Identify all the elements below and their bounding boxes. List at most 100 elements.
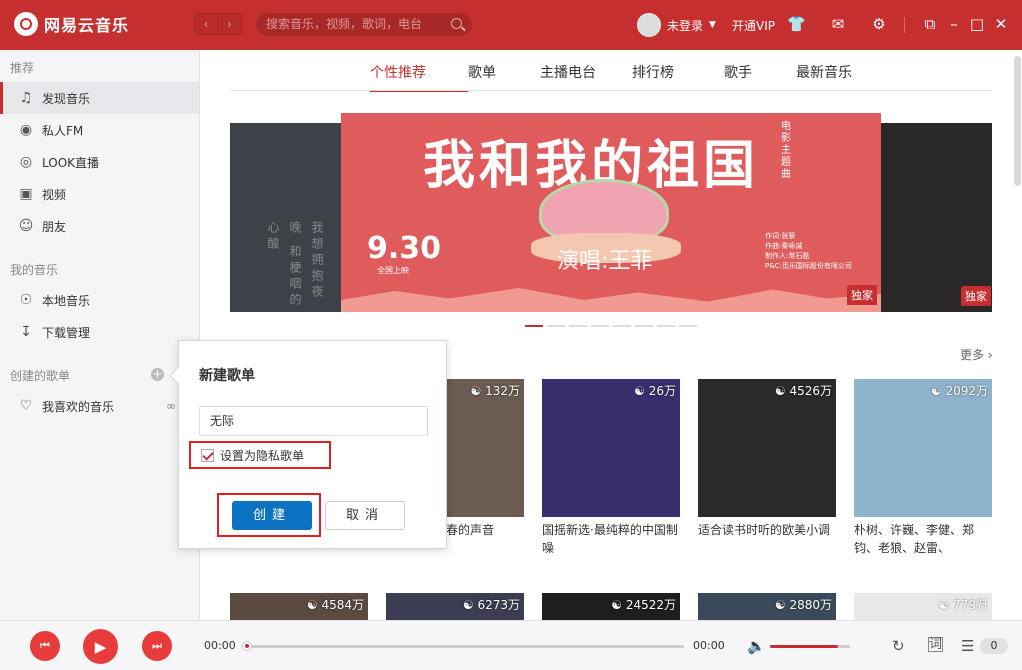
playlist-cover[interactable]: ☯ 2880万 [698,593,836,620]
more-link[interactable]: 更多 › [960,346,993,363]
carousel-dot[interactable] [591,325,609,327]
tab-radio[interactable]: 主播电台 [540,62,632,92]
playlist-queue-icon[interactable]: ☰ [961,637,974,655]
playlist-cover[interactable]: ☯ 779万 [854,593,992,620]
progress-bar[interactable] [242,641,684,651]
add-playlist-icon[interactable]: + [151,368,164,381]
carousel-dot[interactable] [679,325,697,327]
vip-button[interactable]: 开通VIP [732,17,775,34]
banner-date: 9.30 [367,231,442,266]
mini-mode-icon[interactable]: ⧉ [921,15,939,33]
more-label: 更多 [960,348,985,362]
playlist-card[interactable]: ☯ 4584万 [230,593,368,620]
sidebar-item-discover[interactable]: ♫ 发现音乐 [0,82,199,114]
minimize-icon[interactable]: – [945,15,963,33]
playlist-title[interactable]: 国摇新选·最纯粹的中国制噪 [542,521,680,557]
sidebar-item-fm[interactable]: ◉ 私人FM [0,114,199,146]
banner-date-sub: 全国上映 [377,266,409,275]
play-count: ☯ 4584万 [306,598,364,612]
playlist-card[interactable]: ☯ 24522万 [542,593,680,620]
checkbox-checked-icon[interactable] [201,449,214,462]
search-icon[interactable] [451,18,462,29]
time-current: 00:00 [204,639,236,652]
sidebar-item-friends[interactable]: ☺ 朋友 [0,210,199,242]
banner-singer: 演唱:王菲 [557,249,653,274]
playlist-card[interactable]: ☯ 2092万 朴树、许巍、李健、郑钧、老狼、赵雷、 [854,379,992,557]
skin-icon[interactable]: 👕 [787,15,806,33]
heart-icon: ♡ [19,398,33,414]
playlist-title[interactable]: 适合读书时听的欧美小调 [698,521,836,539]
scrollbar-thumb[interactable] [1014,56,1021,186]
private-playlist-label[interactable]: 设置为隐私歌单 [220,447,304,464]
sidebar-item-downloads[interactable]: ↧ 下载管理 [0,316,199,348]
lyrics-button[interactable]: 词 [928,637,943,652]
netease-logo-icon [14,12,38,36]
credit-line: P&C:觅乐国际股份有限公司 [765,262,852,270]
banner-next[interactable] [870,123,992,312]
tab-charts[interactable]: 排行榜 [632,62,724,92]
playlist-card[interactable]: ☯ 6273万 [386,593,524,620]
sidebar-item-label: 下载管理 [42,325,91,340]
sidebar-item-video[interactable]: ▣ 视频 [0,178,199,210]
close-icon[interactable]: ✕ [992,15,1010,33]
playlist-name-input[interactable]: 无际 [199,406,428,436]
volume-slider[interactable] [770,645,850,648]
sidebar-item-look[interactable]: ◎ LOOK直播 [0,146,199,178]
mail-icon[interactable]: ✉ [829,15,847,33]
maximize-icon[interactable]: □ [968,15,986,33]
previous-track-icon[interactable]: ⏮ [30,631,60,661]
playlist-cover[interactable]: ☯ 6273万 [386,593,524,620]
play-icon[interactable]: ▶ [83,629,118,664]
banner-prev-text: 我想拥抱夜晚 和梗咽的心酸 [266,221,324,309]
playlist-cover[interactable]: ☯ 4584万 [230,593,368,620]
banner-current[interactable]: 我和我的祖国 电影主题曲 9.30 全国上映 演唱:王菲 作词:张藜 作曲:秦咏… [341,113,881,312]
play-count: ☯ 132万 [470,384,520,398]
carousel-dot[interactable] [613,325,631,327]
playlist-card[interactable]: ☯ 779万 [854,593,992,620]
banner-mountains [341,288,881,312]
playlist-title[interactable]: 朴树、许巍、李健、郑钧、老狼、赵雷、 [854,521,992,557]
tab-new-music[interactable]: 最新音乐 [796,62,868,92]
carousel-dot[interactable] [569,325,587,327]
playlist-card[interactable]: ☯ 26万 国摇新选·最纯粹的中国制噪 [542,379,680,557]
heartbeat-mode-icon[interactable]: ∞ [166,399,176,413]
playlist-cover[interactable]: ☯ 4526万 [698,379,836,517]
next-track-icon[interactable]: ⏭ [142,631,172,661]
sidebar-item-label: LOOK直播 [42,155,100,170]
sidebar-heading-recommend: 推荐 [10,61,35,75]
sidebar: 推荐 ♫ 发现音乐 ◉ 私人FM ◎ LOOK直播 ▣ 视频 ☺ 朋友 我的音乐… [0,50,200,620]
tab-singers[interactable]: 歌手 [724,62,796,92]
search-input[interactable]: 搜索音乐，视频，歌词，电台 [256,13,472,36]
live-icon: ◎ [19,154,33,170]
queue-count[interactable]: 0 [980,638,1008,654]
carousel-dot[interactable] [657,325,675,327]
volume-icon[interactable]: 🔈 [747,637,766,655]
carousel-dot[interactable] [547,325,565,327]
playlist-cover[interactable]: ☯ 2092万 [854,379,992,517]
tab-personal[interactable]: 个性推荐 [370,62,468,92]
forward-icon[interactable]: › [218,13,242,35]
carousel-dot[interactable] [635,325,653,327]
playlist-cover[interactable]: ☯ 24522万 [542,593,680,620]
sidebar-item-local-music[interactable]: ☉ 本地音乐 [0,284,199,316]
back-icon[interactable]: ‹ [194,13,218,35]
avatar[interactable] [637,13,661,37]
user-login[interactable]: 未登录 ▼ [637,13,716,37]
playlist-card[interactable]: ☯ 2880万 [698,593,836,620]
login-label[interactable]: 未登录 [667,17,703,34]
sidebar-item-label: 本地音乐 [42,293,91,308]
cancel-button[interactable]: 取消 [325,501,405,530]
playlist-card[interactable]: ☯ 4526万 适合读书时听的欧美小调 [698,379,836,539]
chevron-down-icon[interactable]: ▼ [709,20,716,30]
gear-icon[interactable]: ⚙ [870,15,888,33]
create-button[interactable]: 创建 [232,501,312,530]
tab-playlists[interactable]: 歌单 [468,62,540,92]
private-playlist-checkbox[interactable]: 设置为隐私歌单 [201,447,304,464]
play-count: ☯ 26万 [634,384,676,398]
playlist-cover[interactable]: ☯ 26万 [542,379,680,517]
loop-mode-icon[interactable]: ↻ [892,637,905,655]
carousel-dot[interactable] [525,325,543,327]
progress-knob[interactable] [242,641,252,651]
app-logo[interactable]: 网易云音乐 [14,12,129,36]
play-count-value: 2880万 [789,598,832,612]
